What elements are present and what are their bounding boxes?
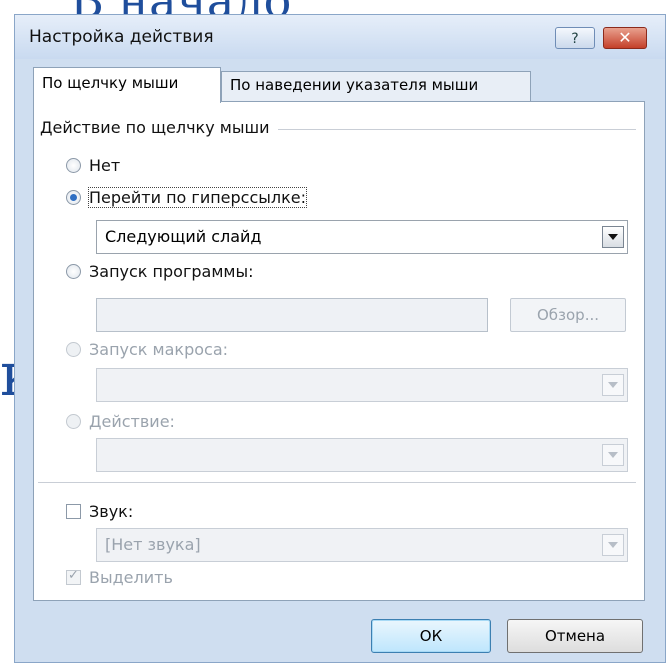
tab-mouse-over[interactable]: По наведении указателя мыши: [221, 71, 531, 101]
option-run-program[interactable]: Запуск программы:: [66, 262, 253, 281]
highlight-option[interactable]: Выделить: [66, 568, 173, 587]
radio-run-macro[interactable]: [66, 342, 81, 357]
ok-button[interactable]: ОК: [371, 619, 491, 653]
option-run-macro[interactable]: Запуск макроса:: [66, 340, 228, 359]
hyperlink-select-value: Следующий слайд: [105, 227, 262, 246]
sound-select-value: [Нет звука]: [105, 535, 201, 554]
sound-divider: [38, 482, 636, 483]
hyperlink-select[interactable]: Следующий слайд: [96, 220, 628, 254]
help-button[interactable]: ?: [555, 27, 595, 49]
tab-panel: Действие по щелчку мыши Нет Перейти по г…: [33, 101, 645, 601]
radio-none[interactable]: [66, 158, 81, 173]
option-hyperlink[interactable]: Перейти по гиперссылке:: [66, 187, 308, 208]
macro-select[interactable]: [96, 368, 628, 402]
chevron-down-icon[interactable]: [602, 374, 624, 396]
tab-mouse-click[interactable]: По щелчку мыши: [33, 67, 221, 103]
chevron-down-icon[interactable]: [602, 444, 624, 466]
section-title: Действие по щелчку мыши: [40, 118, 278, 137]
option-none[interactable]: Нет: [66, 156, 120, 175]
program-path-input[interactable]: [96, 298, 488, 332]
sound-option[interactable]: Звук:: [66, 502, 133, 521]
radio-hyperlink[interactable]: [66, 190, 81, 205]
radio-run-program[interactable]: [66, 264, 81, 279]
dialog-title: Настройка действия: [29, 27, 214, 47]
option-action[interactable]: Действие:: [66, 412, 175, 431]
action-settings-dialog: Настройка действия ? ✕ По щелчку мыши По…: [14, 14, 666, 663]
option-run-program-label: Запуск программы:: [89, 262, 254, 281]
highlight-label: Выделить: [89, 568, 173, 587]
close-button[interactable]: ✕: [603, 27, 647, 49]
sound-checkbox[interactable]: [66, 504, 81, 519]
sound-label: Звук:: [89, 502, 134, 521]
cancel-button[interactable]: Отмена: [507, 619, 643, 653]
chevron-down-icon[interactable]: [602, 226, 624, 248]
action-select[interactable]: [96, 438, 628, 472]
chevron-down-icon[interactable]: [602, 534, 624, 556]
dialog-titlebar: Настройка действия ? ✕: [15, 15, 665, 59]
option-none-label: Нет: [89, 156, 121, 175]
browse-button[interactable]: Обзор...: [510, 298, 626, 332]
sound-select[interactable]: [Нет звука]: [96, 528, 628, 562]
option-hyperlink-label: Перейти по гиперссылке:: [87, 187, 308, 208]
highlight-checkbox[interactable]: [66, 568, 81, 585]
radio-action[interactable]: [66, 414, 81, 429]
option-action-label: Действие:: [89, 412, 175, 431]
option-run-macro-label: Запуск макроса:: [89, 340, 229, 359]
